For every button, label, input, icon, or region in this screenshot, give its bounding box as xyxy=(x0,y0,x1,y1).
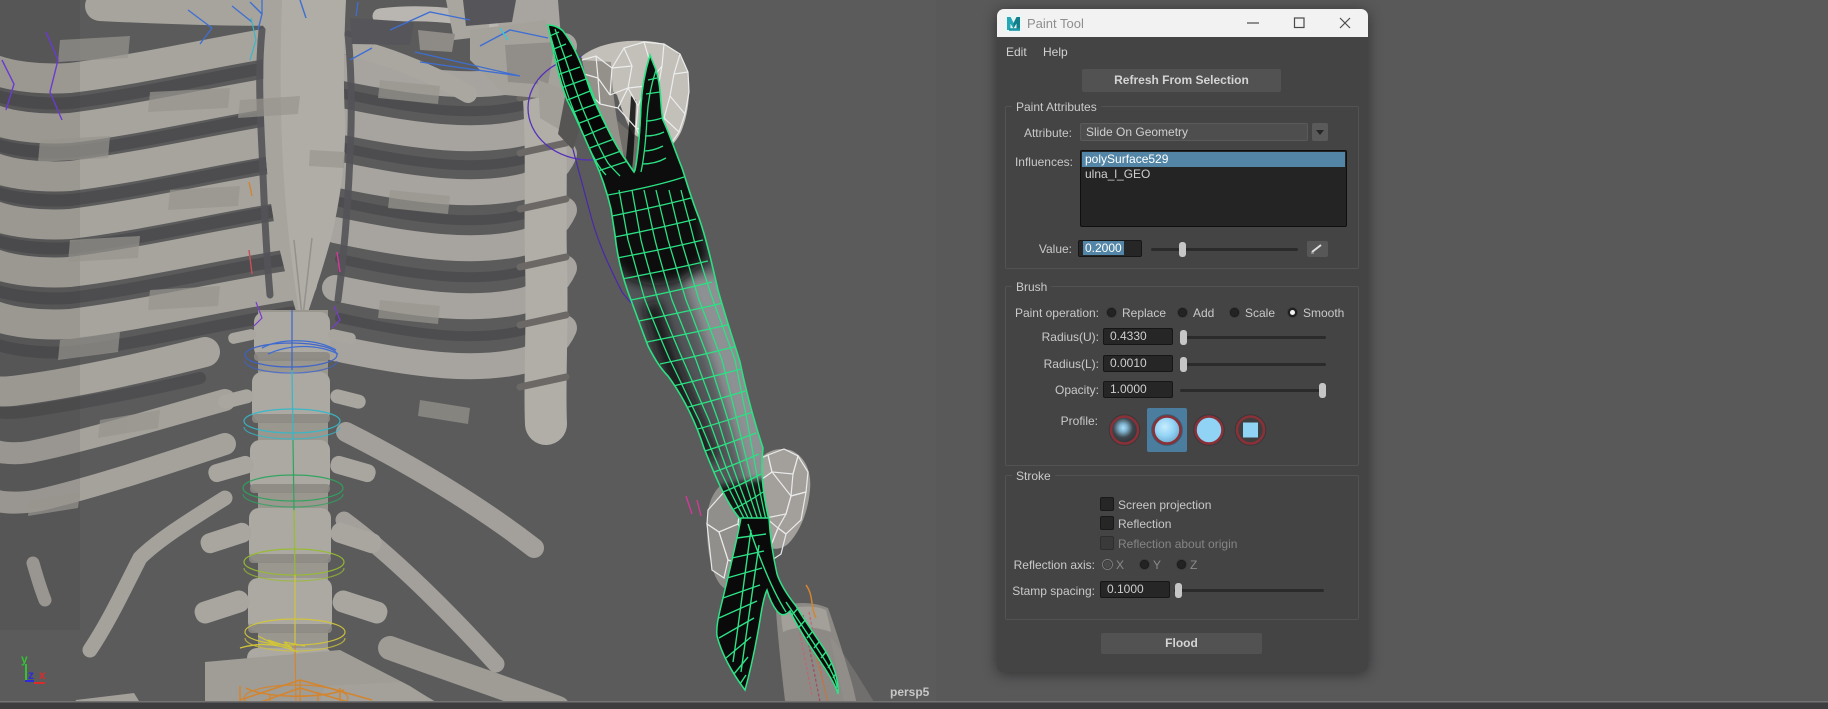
svg-text:x: x xyxy=(39,668,46,682)
svg-text:z: z xyxy=(28,668,34,682)
svg-text:y: y xyxy=(21,652,28,666)
svg-text:persp5: persp5 xyxy=(890,685,930,699)
